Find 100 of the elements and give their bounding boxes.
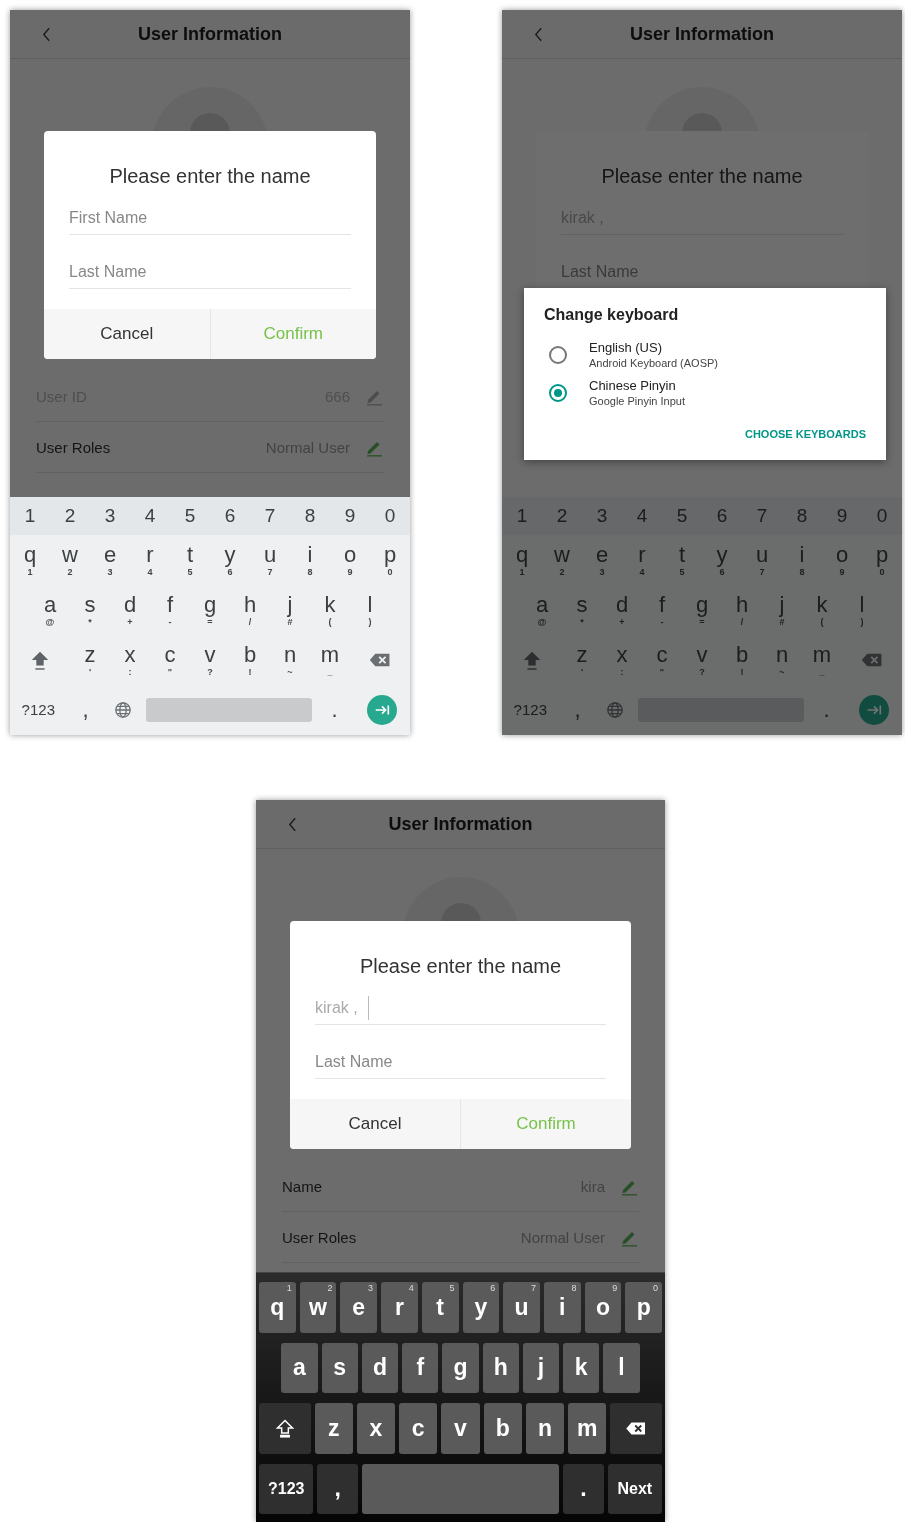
keyboard-key[interactable]: j # (270, 585, 310, 635)
keyboard-key[interactable]: q 1 (259, 1282, 296, 1333)
backspace-icon (861, 652, 883, 668)
keyboard-key[interactable]: x : (110, 635, 150, 685)
keyboard-key[interactable]: h / (230, 585, 270, 635)
shift-icon (521, 649, 543, 671)
back-icon[interactable] (288, 816, 297, 832)
option-title: English (US) (589, 339, 663, 356)
choose-keyboards-button[interactable]: CHOOSE KEYBOARDS (744, 426, 866, 442)
keyboard-key[interactable]: 5 (170, 497, 210, 535)
screen-title: User Information (630, 23, 774, 45)
keyboard-key[interactable]: m _ (310, 635, 350, 685)
dialog-title: Please enter the name (108, 164, 312, 189)
keyboard-key[interactable]: h (482, 1342, 519, 1393)
enter-key[interactable] (858, 695, 889, 725)
field-label: User Roles (282, 1228, 357, 1246)
keyboard-key[interactable]: w 2 (299, 1282, 337, 1333)
text-field[interactable]: First Name (69, 201, 351, 235)
keyboard-key[interactable]: 7 (250, 497, 290, 535)
keyboard-key[interactable]: 6 (210, 497, 250, 535)
keyboard-key[interactable]: 4 (130, 497, 170, 535)
keyboard-key[interactable]: d + (110, 585, 150, 635)
cancel-button[interactable]: Cancel (290, 1099, 460, 1149)
keyboard-key[interactable]: ?123 (259, 1463, 314, 1514)
keyboard-key[interactable]: y 6 (462, 1282, 500, 1333)
keyboard-key[interactable]: b ! (230, 635, 270, 685)
keyboard-key[interactable]: 1 (10, 497, 50, 535)
keyboard-key[interactable]: w 2 (50, 535, 90, 585)
keyboard-key[interactable]: b (483, 1403, 522, 1454)
keyboard-key[interactable]: r 4 (130, 535, 170, 585)
keyboard-key[interactable]: v ? (190, 635, 230, 685)
option-subtitle: Google Pinyin Input (589, 394, 685, 409)
keyboard-key[interactable]: e 3 (90, 535, 130, 585)
keyboard-key[interactable]: f (402, 1342, 439, 1393)
keyboard-key[interactable]: p 0 (625, 1282, 663, 1333)
enter-key[interactable] (366, 695, 397, 725)
keyboard-key[interactable]: ?123 (10, 685, 67, 735)
keyboard-key[interactable]: n (525, 1403, 565, 1454)
keyboard-key[interactable]: z (314, 1403, 353, 1454)
keyboard-key[interactable]: j (522, 1342, 560, 1393)
keyboard-key[interactable]: z ' (70, 635, 110, 685)
shift-icon (29, 649, 51, 671)
keyboard-key[interactable]: . (315, 685, 354, 735)
keyboard-key[interactable]: k (563, 1342, 600, 1393)
keyboard-key[interactable]: o 9 (330, 535, 370, 585)
screen-title: User Information (138, 23, 282, 45)
dialog-title: Please enter the name (358, 954, 563, 979)
field-label: User Roles (36, 438, 111, 456)
keyboard-key[interactable]: v (441, 1403, 480, 1454)
backspace-key[interactable] (610, 1403, 663, 1454)
keyboard-key[interactable]: g (442, 1342, 479, 1393)
keyboard-key[interactable]: c " (150, 635, 190, 685)
keyboard-key[interactable]: r 4 (381, 1282, 418, 1333)
text-field[interactable]: Last Name (69, 255, 351, 289)
keyboard-key[interactable]: 8 (290, 497, 330, 535)
keyboard-key[interactable]: x (356, 1403, 396, 1454)
keyboard-key[interactable]: Next (607, 1463, 662, 1514)
keyboard-key[interactable]: p 0 (370, 535, 410, 585)
keyboard-key[interactable]: a @ (30, 585, 70, 635)
radio-button[interactable] (549, 346, 567, 364)
back-icon[interactable] (534, 26, 543, 42)
shift-key[interactable] (259, 1403, 311, 1454)
backspace-icon (369, 652, 391, 668)
keyboard-key[interactable]: 9 (330, 497, 370, 535)
keyboard-key[interactable]: i 8 (543, 1282, 581, 1333)
keyboard-key[interactable]: l ) (350, 585, 390, 635)
keyboard-key[interactable]: , (317, 1463, 358, 1514)
back-icon[interactable] (42, 26, 51, 42)
cancel-button[interactable]: Cancel (44, 309, 210, 359)
keyboard-key[interactable]: d (361, 1342, 399, 1393)
keyboard-key[interactable]: t 5 (421, 1282, 459, 1333)
keyboard-key[interactable]: . (563, 1463, 604, 1514)
keyboard-key[interactable]: s * (70, 585, 110, 635)
keyboard-key[interactable]: 3 (90, 497, 130, 535)
keyboard-key[interactable]: t 5 (170, 535, 210, 585)
keyboard-key[interactable]: u 7 (503, 1282, 540, 1333)
keyboard-key[interactable]: q 1 (10, 535, 50, 585)
keyboard-key[interactable]: c (399, 1403, 438, 1454)
backspace-icon (625, 1420, 648, 1436)
keyboard-key[interactable]: 2 (50, 497, 90, 535)
keyboard-key[interactable]: a (281, 1342, 318, 1393)
option-subtitle: Android Keyboard (AOSP) (589, 356, 718, 371)
keyboard-key[interactable]: 0 (370, 497, 410, 535)
keyboard-key[interactable]: n ~ (270, 635, 310, 685)
keyboard-key[interactable]: s (321, 1342, 358, 1393)
keyboard-key[interactable]: o 9 (584, 1282, 622, 1333)
keyboard-key[interactable]: l (603, 1342, 640, 1393)
keyboard-key[interactable]: g = (190, 585, 230, 635)
keyboard-key[interactable]: i 8 (290, 535, 330, 585)
keyboard-key[interactable]: f - (150, 585, 190, 635)
space-bar[interactable] (361, 1463, 560, 1514)
radio-button[interactable] (549, 384, 567, 402)
keyboard-key[interactable]: y 6 (210, 535, 250, 585)
keyboard-key[interactable]: m (568, 1403, 607, 1454)
text-field[interactable]: Last Name (315, 1045, 606, 1079)
screen-title: User Information (388, 813, 533, 835)
keyboard-key[interactable]: k ( (310, 585, 350, 635)
keyboard-key[interactable]: e 3 (340, 1282, 378, 1333)
keyboard-key[interactable]: u 7 (250, 535, 290, 585)
keyboard-key[interactable]: , (66, 685, 105, 735)
